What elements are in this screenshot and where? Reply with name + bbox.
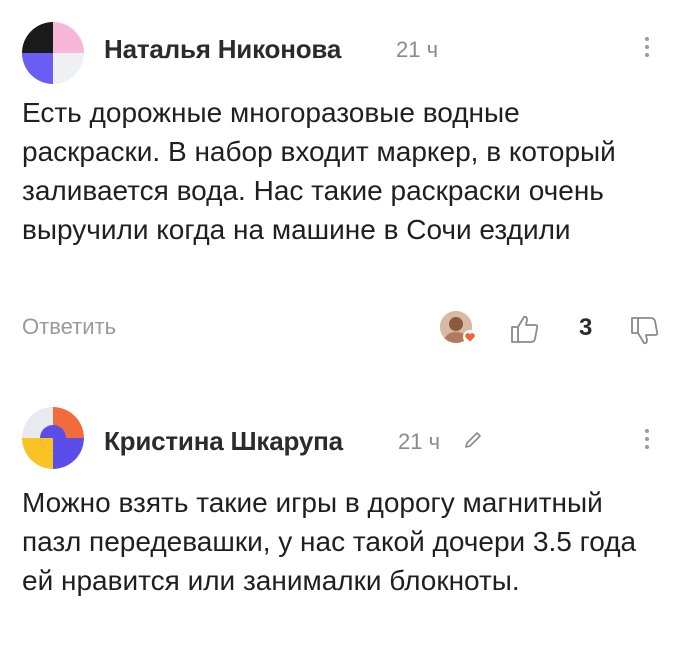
heart-icon — [463, 330, 477, 344]
more-vertical-icon[interactable] — [640, 34, 654, 66]
reply-button[interactable]: Ответить — [22, 314, 116, 340]
timestamp: 21 ч — [396, 37, 439, 62]
thumbs-up-icon[interactable] — [508, 312, 542, 346]
author-name[interactable]: Наталья Никонова — [104, 34, 341, 65]
avatar[interactable] — [22, 407, 84, 469]
avatar[interactable] — [22, 22, 84, 84]
pencil-icon — [465, 432, 481, 448]
comment-text: Есть дорожные многоразовые водные раскра… — [22, 97, 616, 245]
timestamp: 21 ч — [398, 429, 441, 454]
more-vertical-icon[interactable] — [640, 426, 654, 458]
author-name[interactable]: Кристина Шкарупа — [104, 426, 343, 457]
comment-text: Можно взять такие игры в дорогу магнитны… — [22, 487, 637, 596]
comment-actions: Ответить 3 — [0, 305, 677, 355]
thumbs-down-icon[interactable] — [628, 314, 662, 348]
like-count: 3 — [579, 314, 593, 341]
